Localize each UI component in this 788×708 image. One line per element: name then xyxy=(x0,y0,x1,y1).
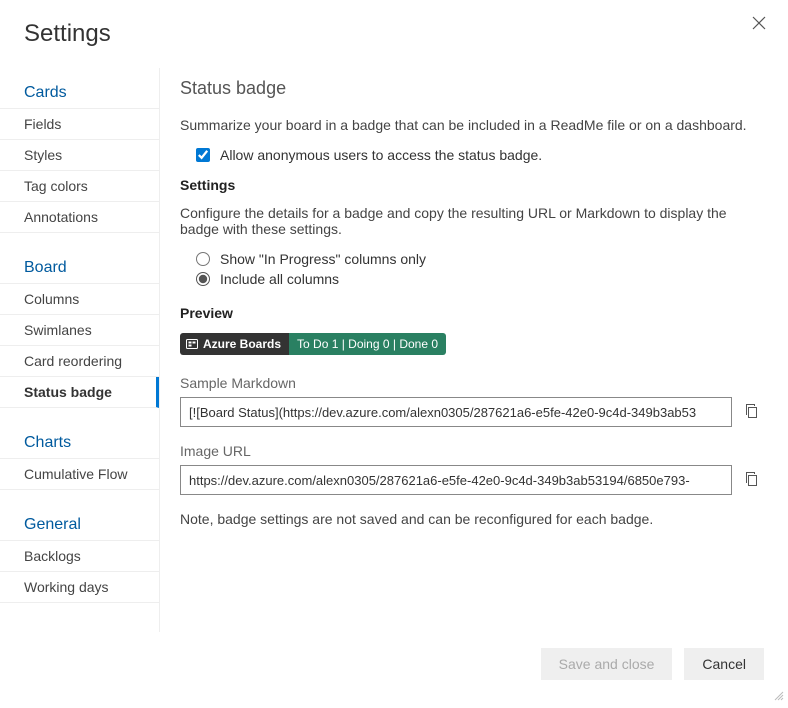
allow-anonymous-checkbox[interactable] xyxy=(196,148,210,162)
content: Status badge Summarize your board in a b… xyxy=(160,68,788,632)
image-url-row xyxy=(180,465,764,495)
markdown-row xyxy=(180,397,764,427)
copy-icon xyxy=(744,403,760,422)
sidebar-section-general[interactable]: General xyxy=(0,510,159,541)
sidebar-item-card-reordering[interactable]: Card reordering xyxy=(0,346,159,377)
radio-in-progress-row: Show "In Progress" columns only xyxy=(196,251,764,267)
sidebar: Cards Fields Styles Tag colors Annotatio… xyxy=(0,68,160,632)
dialog-footer: Save and close Cancel xyxy=(0,632,788,708)
markdown-label: Sample Markdown xyxy=(180,375,764,391)
columns-radio-group: Show "In Progress" columns only Include … xyxy=(180,251,764,287)
sidebar-item-status-badge[interactable]: Status badge xyxy=(0,377,159,408)
sidebar-item-styles[interactable]: Styles xyxy=(0,140,159,171)
radio-all-row: Include all columns xyxy=(196,271,764,287)
sidebar-item-swimlanes[interactable]: Swimlanes xyxy=(0,315,159,346)
azure-boards-icon xyxy=(186,338,198,350)
radio-all-columns[interactable] xyxy=(196,272,210,286)
copy-image-url-button[interactable] xyxy=(740,467,764,494)
radio-all-columns-label: Include all columns xyxy=(220,271,339,287)
sidebar-item-working-days[interactable]: Working days xyxy=(0,572,159,603)
close-icon xyxy=(752,17,766,34)
radio-in-progress[interactable] xyxy=(196,252,210,266)
note-text: Note, badge settings are not saved and c… xyxy=(180,511,764,527)
cancel-button[interactable]: Cancel xyxy=(684,648,764,680)
preview-heading: Preview xyxy=(180,305,764,321)
radio-in-progress-label: Show "In Progress" columns only xyxy=(220,251,426,267)
markdown-input[interactable] xyxy=(180,397,732,427)
sidebar-item-cumulative-flow[interactable]: Cumulative Flow xyxy=(0,459,159,490)
settings-dialog: Settings Cards Fields Styles Tag colors … xyxy=(0,0,788,708)
allow-anonymous-label: Allow anonymous users to access the stat… xyxy=(220,147,542,163)
sidebar-item-annotations[interactable]: Annotations xyxy=(0,202,159,233)
badge-status: To Do 1 | Doing 0 | Done 0 xyxy=(289,333,446,355)
dialog-title: Settings xyxy=(0,0,788,68)
sidebar-item-tag-colors[interactable]: Tag colors xyxy=(0,171,159,202)
sidebar-section-cards[interactable]: Cards xyxy=(0,78,159,109)
allow-anonymous-row: Allow anonymous users to access the stat… xyxy=(180,147,764,163)
badge-brand: Azure Boards xyxy=(180,333,289,355)
copy-markdown-button[interactable] xyxy=(740,399,764,426)
sidebar-section-board[interactable]: Board xyxy=(0,253,159,284)
copy-icon xyxy=(744,471,760,490)
sidebar-item-fields[interactable]: Fields xyxy=(0,109,159,140)
image-url-label: Image URL xyxy=(180,443,764,459)
content-title: Status badge xyxy=(180,78,764,99)
sidebar-section-charts[interactable]: Charts xyxy=(0,428,159,459)
close-button[interactable] xyxy=(748,12,770,39)
content-description: Summarize your board in a badge that can… xyxy=(180,117,764,133)
status-badge-preview: Azure Boards To Do 1 | Doing 0 | Done 0 xyxy=(180,333,446,355)
dialog-body: Cards Fields Styles Tag colors Annotatio… xyxy=(0,68,788,632)
sidebar-item-columns[interactable]: Columns xyxy=(0,284,159,315)
settings-heading: Settings xyxy=(180,177,764,193)
resize-grip-icon[interactable] xyxy=(772,688,784,704)
settings-text: Configure the details for a badge and co… xyxy=(180,205,764,237)
sidebar-item-backlogs[interactable]: Backlogs xyxy=(0,541,159,572)
image-url-input[interactable] xyxy=(180,465,732,495)
save-button[interactable]: Save and close xyxy=(541,648,673,680)
badge-brand-text: Azure Boards xyxy=(203,337,281,351)
